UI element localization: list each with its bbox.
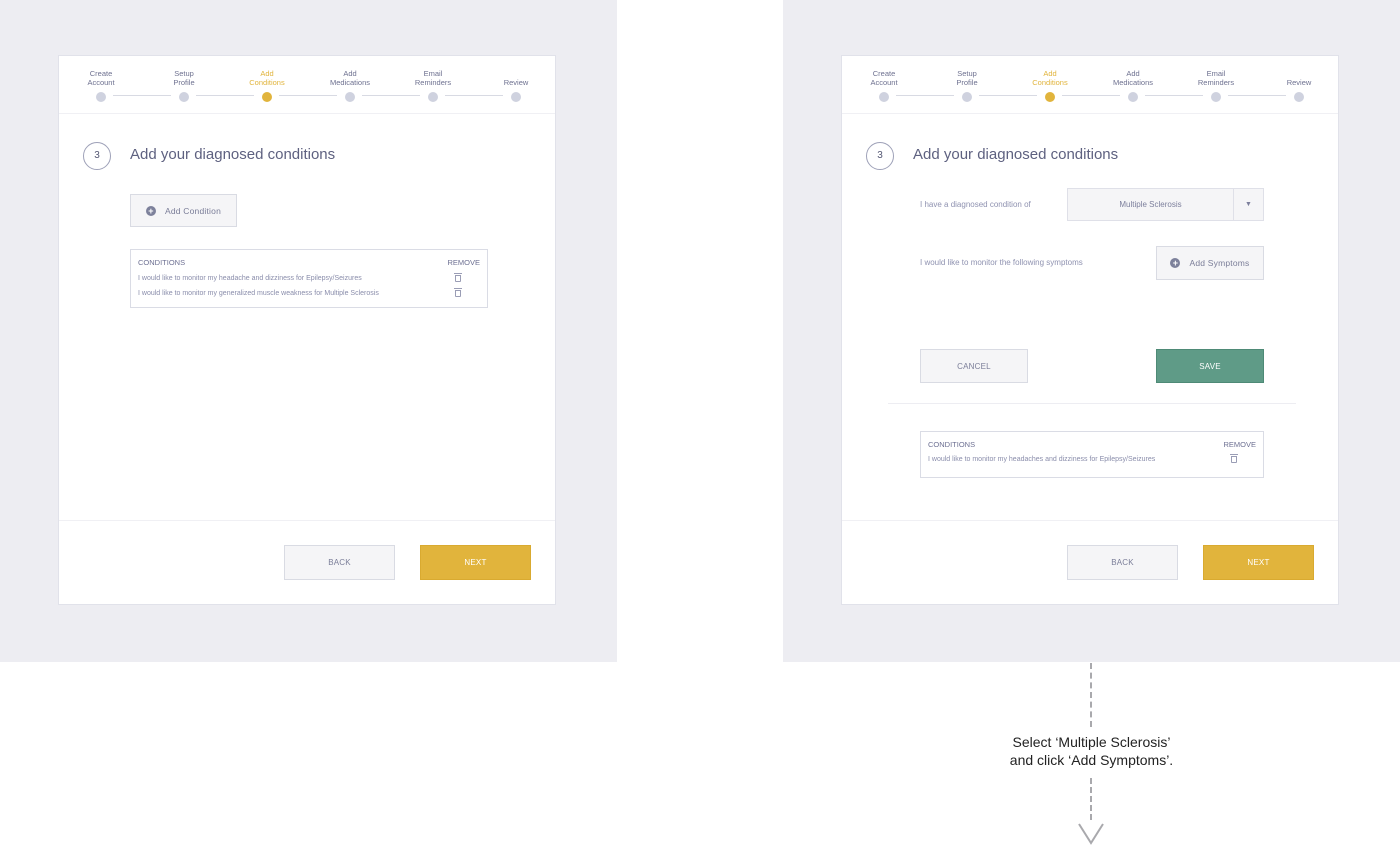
step-label: Setup Profile [173, 69, 195, 87]
wizard-card: Create Account Setup Profile Add Conditi… [58, 55, 556, 605]
step-dot-active [262, 92, 272, 102]
step-dot [96, 92, 106, 102]
step-setup-profile[interactable]: Setup Profile [932, 67, 1002, 102]
right-screen: Create Account Setup Profile Add Conditi… [783, 0, 1400, 662]
step-label: Add Conditions [1032, 69, 1068, 87]
step-dot-active [1045, 92, 1055, 102]
condition-text: I would like to monitor my headache and … [138, 275, 362, 282]
conditions-table: CONDITIONS REMOVE I would like to monito… [920, 431, 1264, 478]
back-button[interactable]: BACK [1067, 545, 1178, 580]
footer-divider [59, 520, 555, 521]
next-button[interactable]: NEXT [1203, 545, 1314, 580]
remove-column-header: REMOVE [1223, 440, 1256, 449]
condition-label: I have a diagnosed condition of [920, 200, 1031, 209]
step-dot [879, 92, 889, 102]
step-number-badge: 3 [83, 142, 111, 170]
progress-stepper: Create Account Setup Profile Add Conditi… [842, 56, 1338, 114]
next-button[interactable]: NEXT [420, 545, 531, 580]
trash-icon[interactable] [454, 288, 462, 297]
condition-row: I would like to monitor my headaches and… [928, 454, 1256, 463]
arrow-down-icon [1078, 823, 1104, 845]
left-screen: Create Account Setup Profile Add Conditi… [0, 0, 617, 662]
step-label: Create Account [87, 69, 115, 87]
step-label: Email Reminders [414, 69, 452, 87]
conditions-column-header: CONDITIONS [928, 440, 976, 449]
add-symptoms-label: Add Symptoms [1189, 258, 1250, 268]
step-dot [345, 92, 355, 102]
step-number-badge: 3 [866, 142, 894, 170]
step-label: Add Medications [329, 69, 371, 87]
step-add-medications[interactable]: Add Medications [315, 67, 385, 102]
step-label: Review [503, 78, 529, 87]
cancel-button[interactable]: CANCEL [920, 349, 1028, 383]
step-dot [1128, 92, 1138, 102]
progress-stepper: Create Account Setup Profile Add Conditi… [59, 56, 555, 114]
condition-select-value: Multiple Sclerosis [1119, 200, 1182, 209]
plus-circle-icon: + [1170, 258, 1181, 268]
step-dot [428, 92, 438, 102]
form-divider [888, 403, 1296, 404]
step-label: Create Account [870, 69, 898, 87]
step-dot [1211, 92, 1221, 102]
step-label: Add Conditions [249, 69, 285, 87]
step-label: Add Medications [1112, 69, 1154, 87]
add-symptoms-button[interactable]: + Add Symptoms [1156, 246, 1264, 280]
back-button[interactable]: BACK [284, 545, 395, 580]
section-title: Add your diagnosed conditions [130, 146, 336, 163]
annotation-line-2: and click ‘Add Symptoms’. [1009, 752, 1174, 768]
condition-text: I would like to monitor my generalized m… [138, 290, 379, 297]
save-button[interactable]: SAVE [1156, 349, 1264, 383]
step-add-conditions[interactable]: Add Conditions [1015, 67, 1085, 102]
step-create-account[interactable]: Create Account [66, 67, 136, 102]
step-dot [1294, 92, 1304, 102]
step-dot [962, 92, 972, 102]
flow-connector-line [1090, 663, 1092, 727]
condition-row: I would like to monitor my headache and … [138, 273, 480, 282]
remove-column-header: REMOVE [447, 258, 480, 267]
step-review[interactable]: Review [1264, 67, 1334, 102]
condition-row: I would like to monitor my generalized m… [138, 288, 480, 297]
step-email-reminders[interactable]: Email Reminders [1181, 67, 1251, 102]
conditions-header: CONDITIONS REMOVE [138, 258, 480, 267]
trash-icon[interactable] [1230, 454, 1238, 463]
step-dot [511, 92, 521, 102]
add-condition-label: Add Condition [165, 205, 221, 216]
conditions-header: CONDITIONS REMOVE [928, 440, 1256, 449]
footer-divider [842, 520, 1338, 521]
annotation-line-1: Select ‘Multiple Sclerosis’ [1012, 734, 1171, 750]
condition-select[interactable]: Multiple Sclerosis ▼ [1067, 188, 1264, 221]
step-dot [179, 92, 189, 102]
step-label: Setup Profile [956, 69, 978, 87]
chevron-down-icon[interactable]: ▼ [1233, 189, 1263, 220]
condition-text: I would like to monitor my headaches and… [928, 456, 1156, 463]
flow-connector-line [1090, 778, 1092, 820]
step-label: Email Reminders [1197, 69, 1235, 87]
symptoms-label: I would like to monitor the following sy… [920, 258, 1083, 267]
step-review[interactable]: Review [481, 67, 551, 102]
flow-annotation: Select ‘Multiple Sclerosis’ and click ‘A… [990, 733, 1193, 769]
step-email-reminders[interactable]: Email Reminders [398, 67, 468, 102]
step-create-account[interactable]: Create Account [849, 67, 919, 102]
add-condition-button[interactable]: + Add Condition [130, 194, 237, 227]
conditions-table: CONDITIONS REMOVE I would like to monito… [130, 249, 488, 308]
plus-circle-icon: + [146, 205, 156, 216]
section-title: Add your diagnosed conditions [913, 146, 1119, 163]
wizard-card: Create Account Setup Profile Add Conditi… [841, 55, 1339, 605]
step-label: Review [1286, 78, 1312, 87]
trash-icon[interactable] [454, 273, 462, 282]
step-setup-profile[interactable]: Setup Profile [149, 67, 219, 102]
step-add-conditions[interactable]: Add Conditions [232, 67, 302, 102]
step-add-medications[interactable]: Add Medications [1098, 67, 1168, 102]
conditions-column-header: CONDITIONS [138, 258, 186, 267]
